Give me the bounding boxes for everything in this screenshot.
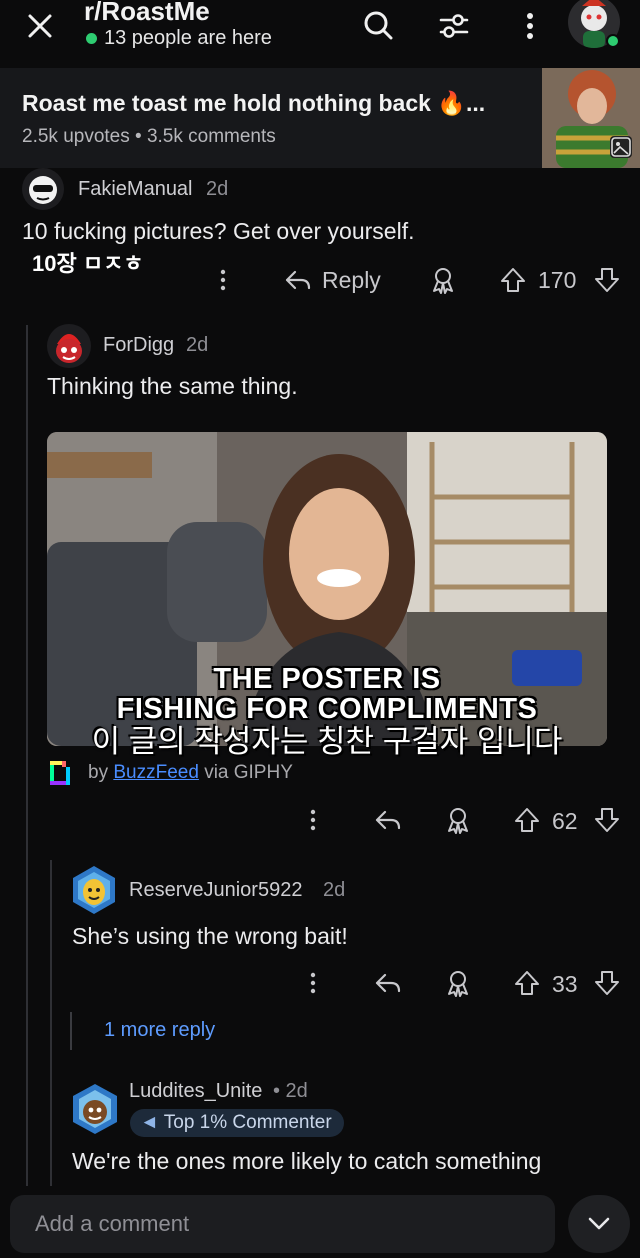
gif-credit-by: by (88, 762, 109, 783)
reply-arrow-icon[interactable] (373, 805, 403, 835)
upvote-icon[interactable] (512, 805, 542, 835)
thread-line (70, 1012, 72, 1050)
award-icon[interactable] (443, 968, 473, 998)
commenter-avatar[interactable] (70, 1082, 120, 1136)
vote-count: 62 (552, 808, 578, 834)
comment-text: We're the ones more likely to catch some… (72, 1148, 542, 1174)
upvote-icon[interactable] (512, 968, 542, 998)
add-comment-placeholder[interactable]: Add a comment (35, 1211, 189, 1237)
online-indicator (86, 33, 97, 44)
reply-arrow-icon[interactable] (283, 265, 313, 295)
downvote-icon[interactable] (592, 265, 622, 295)
comment-time: 2d (186, 334, 209, 356)
reply-arrow-icon[interactable] (373, 968, 403, 998)
badge-label: Top 1% Commenter (163, 1112, 332, 1133)
commenter-badge: ◄ Top 1% Commenter (130, 1109, 344, 1137)
commenter-avatar[interactable] (47, 324, 91, 368)
more-vertical-icon[interactable] (512, 8, 548, 44)
comment-username[interactable]: ReserveJunior5922 (129, 879, 302, 902)
upvote-icon[interactable] (498, 265, 528, 295)
comment-time: 2d (206, 178, 229, 200)
commenter-avatar[interactable] (22, 168, 64, 210)
more-vertical-icon[interactable] (208, 265, 238, 295)
gif-caption-translation: 이 글의 작성자는 칭찬 구걸자 입니다 (91, 724, 563, 759)
award-icon[interactable] (428, 265, 458, 295)
comment-username[interactable]: Luddites_Unite (129, 1080, 262, 1103)
close-icon[interactable] (24, 10, 56, 42)
subreddit-name[interactable]: r/RoastMe (84, 0, 210, 27)
vote-count: 33 (552, 971, 578, 997)
online-count: 13 people are here (104, 27, 272, 49)
award-icon[interactable] (443, 805, 473, 835)
thread-line[interactable] (26, 325, 28, 1195)
commenter-avatar[interactable] (70, 864, 118, 916)
post-title[interactable]: Roast me toast me hold nothing back 🔥... (22, 90, 485, 117)
chevron-down-icon (588, 1217, 610, 1230)
avatar-online-dot (606, 34, 620, 48)
filter-icon[interactable] (436, 8, 472, 44)
giphy-logo-icon (50, 761, 70, 785)
comment-text: Thinking the same thing. (47, 373, 298, 399)
comment-time: 2d (323, 879, 346, 901)
comment-translation: 10장 ㅁㅈㅎ (32, 251, 144, 276)
thread-line[interactable] (50, 860, 52, 1195)
vote-count: 170 (538, 267, 577, 293)
comment-text: 10 fucking pictures? Get over yourself. (22, 218, 415, 244)
more-replies-link[interactable]: 1 more reply (104, 1019, 215, 1042)
gif-credit: by BuzzFeed via GIPHY (88, 762, 293, 784)
search-icon[interactable] (360, 8, 396, 44)
gallery-icon (610, 136, 632, 158)
downvote-icon[interactable] (592, 805, 622, 835)
comment-username[interactable]: ForDigg (103, 334, 174, 357)
gif-source-link[interactable]: BuzzFeed (113, 762, 199, 783)
more-vertical-icon[interactable] (298, 805, 328, 835)
post-stats: 2.5k upvotes • 3.5k comments (22, 126, 276, 147)
gif-credit-via: via GIPHY (204, 762, 293, 783)
downvote-icon[interactable] (592, 968, 622, 998)
badge-icon: ◄ (140, 1112, 159, 1133)
next-comment-button[interactable] (568, 1195, 630, 1253)
gif-caption-line: THE POSTER IS (213, 663, 441, 695)
more-vertical-icon[interactable] (298, 968, 328, 998)
reply-button[interactable]: Reply (322, 267, 381, 294)
comment-username[interactable]: FakieManual (78, 178, 193, 201)
comment-text: She’s using the wrong bait! (72, 923, 348, 949)
comment-time: • 2d (273, 1080, 308, 1102)
gif-caption: THE POSTER IS FISHING FOR COMPLIMENTS (47, 664, 607, 724)
